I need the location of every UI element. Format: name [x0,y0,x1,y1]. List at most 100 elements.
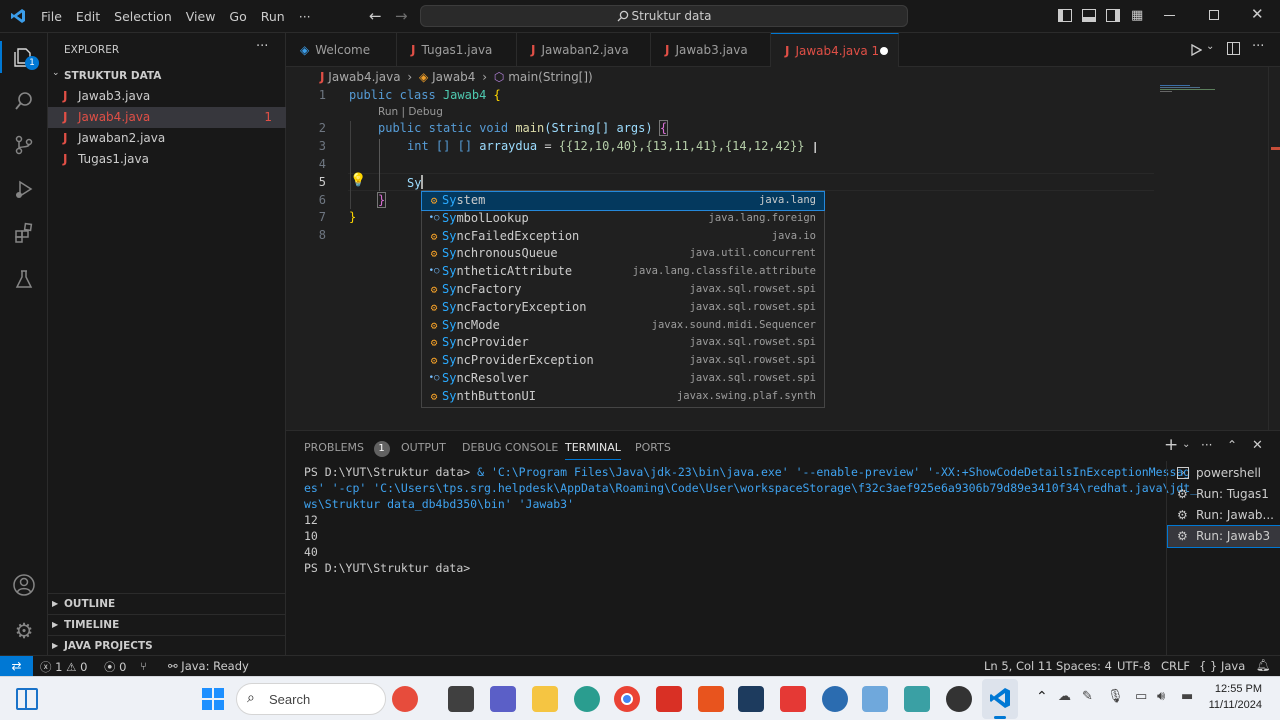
tab-welcome[interactable]: ◈ Welcome [286,33,397,67]
menu-file[interactable]: File [41,9,62,24]
suggestion-item[interactable]: ⚙ SyncMode javax.sound.midi.Sequencer [422,317,824,335]
customize-layout-icon[interactable]: ▦ [1131,8,1143,23]
file-item-tugas1[interactable]: J Tugas1.java [48,149,286,170]
suggestion-item[interactable]: ⚙ SyncProvider javax.sql.rowset.spi [422,334,824,352]
suggestion-item[interactable]: ⚙ SynthButtonUI javax.swing.plaf.synth [422,388,824,406]
close-panel-icon[interactable]: ✕ [1252,438,1263,453]
tab-tugas1[interactable]: J Tugas1.java [397,33,517,67]
task-view-icon[interactable] [16,688,38,710]
toggle-panel-icon[interactable] [1082,9,1096,22]
codelens-run-debug[interactable]: Run | Debug [378,106,443,118]
panel-more-icon[interactable]: ··· [1201,438,1212,452]
section-outline[interactable]: ▶ OUTLINE [48,593,286,613]
menu-selection[interactable]: Selection [114,9,172,24]
obs-studio-icon[interactable] [946,686,972,712]
minimap[interactable] [1160,85,1220,93]
suggestion-item[interactable]: ⚙ SyncFailedException java.io [422,228,824,246]
snipping-tool-icon[interactable] [862,686,888,712]
file-item-jawab4[interactable]: J Jawab4.java 1 [48,107,286,128]
file-item-jawab3[interactable]: J Jawab3.java [48,86,286,107]
toggle-secondary-sidebar-icon[interactable] [1106,9,1120,22]
encoding[interactable]: UTF-8 [1117,659,1151,673]
explorer-icon[interactable] [0,35,48,79]
display-icon[interactable]: ▭ [1135,689,1147,704]
tab-problems[interactable]: PROBLEMS 1 [304,441,390,457]
new-terminal-plus-icon[interactable]: + [1164,435,1178,455]
problems-status[interactable]: ⓧ 1 ⚠ 0 [40,659,87,675]
file-item-jawaban2[interactable]: J Jawaban2.java [48,128,286,149]
tab-jawaban2[interactable]: J Jawaban2.java [517,33,651,67]
suggestion-item[interactable]: ⚙ SyncFactoryException javax.sql.rowset.sp… [422,299,824,317]
tab-jawab4-active[interactable]: J Jawab4.java 1 [771,33,899,68]
terminal-dropdown-chevron-icon[interactable]: ⌄ [1182,439,1190,450]
breadcrumb-file[interactable]: Jawab4.java [328,70,400,84]
ports-status[interactable]: ⦿ 0 [104,659,126,675]
volume-icon[interactable]: 🔊︎ [1157,689,1165,704]
split-editor-icon[interactable] [1227,42,1240,55]
pen-icon[interactable]: ✎ [1082,689,1093,704]
notepad-icon[interactable] [904,686,930,712]
wps-office-icon[interactable] [698,686,724,712]
menu-edit[interactable]: Edit [76,9,100,24]
suggestion-item[interactable]: •○ SymbolLookup java.lang.foreign [422,210,824,228]
breadcrumb-class[interactable]: Jawab4 [432,70,475,84]
tab-jawab3[interactable]: J Jawab3.java [651,33,771,67]
forward-arrow-icon[interactable]: → [395,7,408,25]
terminal-instance-run-jawab3[interactable]: ⚙ Run: Jawab3 [1167,525,1280,548]
edge-browser-icon[interactable] [574,686,600,712]
section-java-projects[interactable]: ▶ JAVA PROJECTS [48,635,286,655]
suggestion-item[interactable]: ⚙ SyncFactory javax.sql.rowset.spi [422,281,824,299]
menu-go[interactable]: Go [229,9,246,24]
suggestion-item[interactable]: ⚙ SynchronousQueue java.util.concurrent [422,245,824,263]
settings-gear-icon[interactable]: ⚙ [0,609,48,653]
taskbar-app-icon[interactable] [448,686,474,712]
menu-run[interactable]: Run [261,9,285,24]
anydesk-icon[interactable] [780,686,806,712]
suggestion-item[interactable]: ⚙ SyncProviderException javax.sql.rowset.s… [422,352,824,370]
suggestion-item[interactable]: ⚙ System java.lang [421,191,825,211]
notifications-bell-icon[interactable]: 🔔︎ [1256,658,1271,672]
minimize-icon[interactable] [1164,15,1175,16]
language-mode[interactable]: { } Java [1199,659,1245,673]
cursor-position[interactable]: Ln 5, Col 11 [984,659,1053,673]
suggestion-item[interactable]: •○ SyncResolver javax.sql.rowset.spi [422,370,824,388]
command-center-search[interactable]: Struktur data [420,5,908,27]
terminal-instance-powershell[interactable]: › powershell [1168,463,1280,484]
tab-output[interactable]: OUTPUT [401,441,446,454]
toggle-sidebar-icon[interactable] [1058,9,1072,22]
microphone-icon[interactable]: 🎙︎ [1107,689,1124,704]
vscode-logo-icon[interactable] [10,8,26,24]
restore-icon[interactable] [1209,10,1219,20]
unsaved-dot-icon[interactable] [880,47,888,55]
run-play-icon[interactable] [1190,44,1202,56]
run-dropdown-chevron-icon[interactable]: ⌄ [1206,41,1214,52]
battery-icon[interactable]: ▬ [1181,689,1193,704]
vscode-taskbar-button[interactable] [982,679,1018,719]
suggestion-item[interactable]: •○ SyntheticAttribute java.lang.classfile.… [422,263,824,281]
flowers-widget-icon[interactable] [392,686,418,712]
terminal-prompt[interactable]: PS D:\YUT\Struktur data> [304,561,470,575]
terminal-instance-run-tugas1[interactable]: ⚙ Run: Tugas1 [1168,484,1280,505]
line-ending[interactable]: CRLF [1161,659,1190,673]
close-window-icon[interactable]: ✕ [1251,5,1264,23]
menu-more[interactable]: ··· [299,9,311,24]
git-branch-icon[interactable]: ⑂ [140,659,147,673]
search-icon[interactable] [0,79,48,123]
onedrive-cloud-icon[interactable]: ☁ [1058,689,1071,704]
section-timeline[interactable]: ▶ TIMELINE [48,614,286,634]
file-explorer-icon[interactable] [532,686,558,712]
windows-start-icon[interactable] [202,688,224,710]
editor-more-icon[interactable]: ··· [1252,39,1264,54]
editor-scrollbar[interactable] [1268,67,1280,430]
acrobat-icon[interactable] [656,686,682,712]
chevron-down-icon[interactable]: ⌄ [52,68,60,78]
capcut-icon[interactable] [738,686,764,712]
explorer-more-icon[interactable]: ··· [256,39,268,54]
terminal-instance-run-jawab[interactable]: ⚙ Run: Jawab... [1168,505,1280,526]
support-assist-icon[interactable] [822,686,848,712]
indentation[interactable]: Spaces: 4 [1056,659,1112,673]
clock-time[interactable]: 12:55 PM [1212,683,1262,695]
tray-chevron-up-icon[interactable]: ⌃ [1036,689,1048,705]
breadcrumb-method[interactable]: main(String[]) [508,70,593,84]
clock-date[interactable]: 11/11/2024 [1204,699,1262,711]
